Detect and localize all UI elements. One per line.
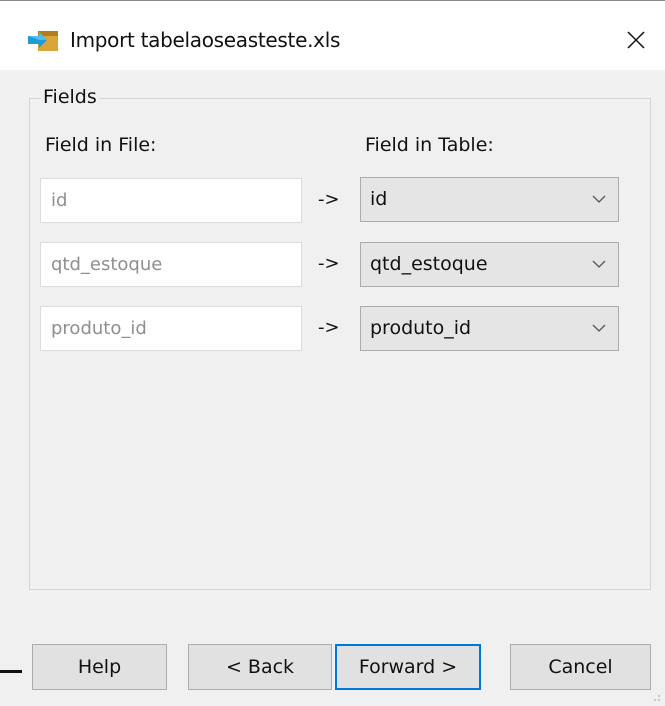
file-field-input[interactable]: qtd_estoque	[40, 242, 302, 287]
chevron-down-icon	[592, 324, 606, 332]
mapping-arrow: ->	[318, 189, 340, 210]
cancel-button-label: Cancel	[548, 656, 613, 678]
table-field-value: qtd_estoque	[370, 253, 488, 275]
table-field-value: id	[370, 188, 388, 210]
table-field-select[interactable]: id	[360, 177, 619, 222]
resize-grip-icon[interactable]	[649, 690, 661, 702]
back-button-label: < Back	[225, 656, 295, 678]
table-field-select[interactable]: produto_id	[360, 306, 619, 351]
forward-button[interactable]: Forward >	[335, 644, 481, 690]
forward-button-label: Forward >	[358, 656, 458, 678]
help-button[interactable]: Help	[32, 644, 167, 690]
window-title: Import tabelaoseasteste.xls	[70, 28, 341, 52]
chevron-down-icon	[592, 260, 606, 268]
field-in-file-header: Field in File:	[45, 134, 157, 156]
table-field-select[interactable]: qtd_estoque	[360, 242, 619, 287]
import-arrow-icon	[28, 31, 58, 51]
mapping-arrow: ->	[318, 253, 340, 274]
back-button[interactable]: < Back	[188, 644, 332, 690]
close-button[interactable]	[613, 17, 659, 63]
title-bar: Import tabelaoseasteste.xls	[0, 0, 665, 70]
file-field-input[interactable]: produto_id	[40, 306, 302, 351]
help-button-label: Help	[77, 656, 122, 678]
fields-legend: Fields	[41, 86, 99, 108]
chevron-down-icon	[592, 195, 606, 203]
cancel-button[interactable]: Cancel	[510, 644, 651, 690]
table-field-value: produto_id	[370, 317, 472, 339]
file-field-input[interactable]: id	[40, 178, 302, 223]
field-in-table-header: Field in Table:	[365, 134, 494, 156]
close-icon	[627, 31, 645, 49]
mapping-arrow: ->	[318, 317, 340, 338]
divider-line	[0, 670, 22, 673]
import-dialog: Import tabelaoseasteste.xls Fields Field…	[0, 0, 665, 706]
